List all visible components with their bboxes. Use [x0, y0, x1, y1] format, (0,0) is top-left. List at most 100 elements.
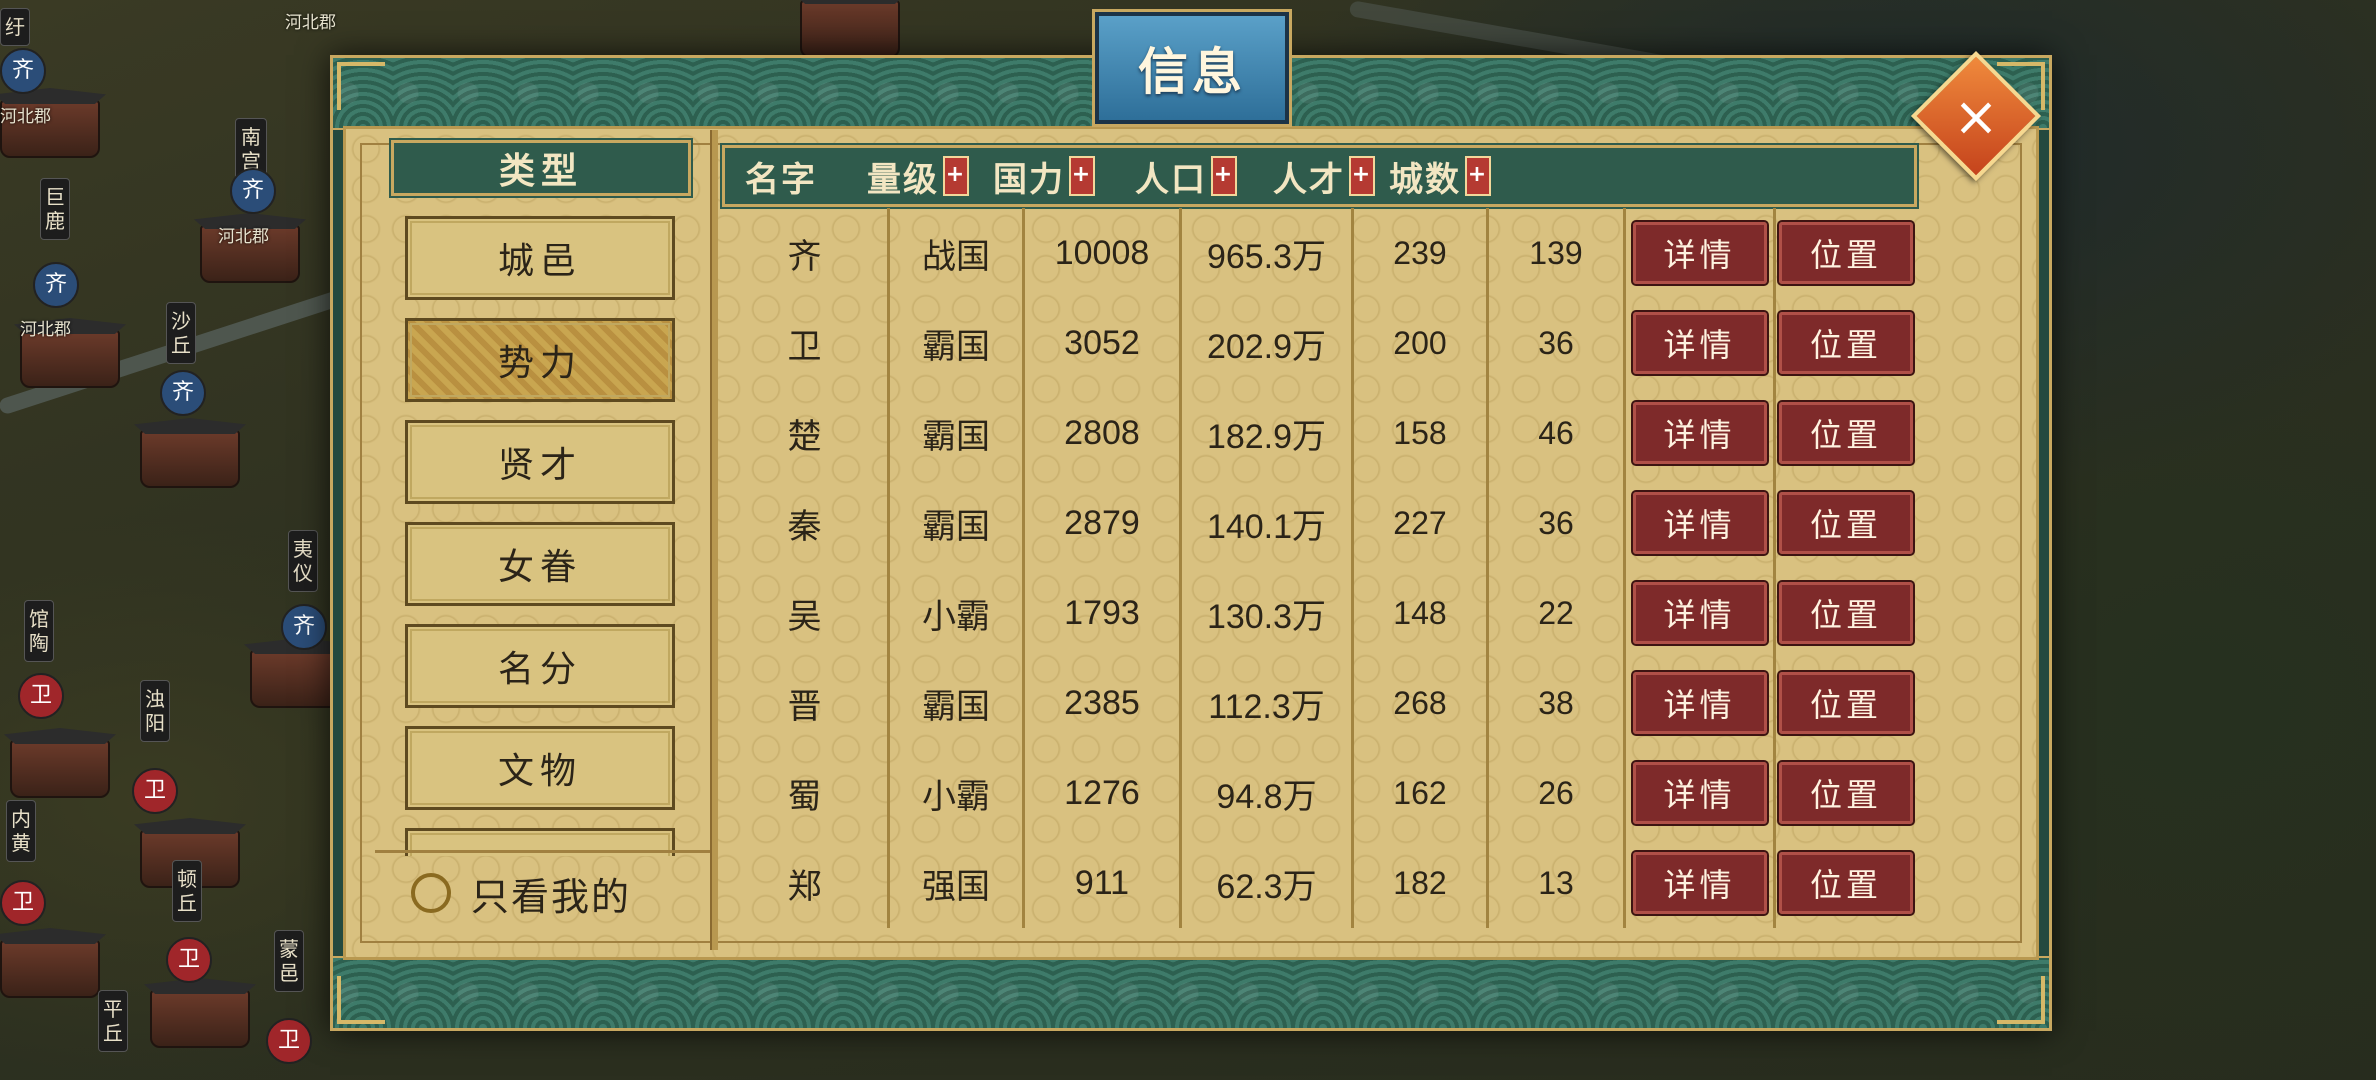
cell-power: 911 [1025, 838, 1182, 928]
table-header-bar: 名字 量级 + 国力 + 人口 + 人才 + 城数 + [720, 143, 1919, 209]
map-city-tag[interactable]: 馆陶 [24, 600, 54, 662]
cell-power: 2879 [1025, 478, 1182, 568]
cell-power: 1276 [1025, 748, 1182, 838]
sort-icon[interactable]: + [1211, 156, 1237, 196]
cell-rank: 霸国 [890, 388, 1025, 478]
cell-locate: 位置 [1776, 658, 1916, 748]
map-town[interactable] [800, 0, 900, 58]
map-city-tag[interactable]: 内黄 [6, 800, 36, 862]
col-population-label: 人口 [1135, 159, 1207, 200]
category-header: 类型 [389, 138, 693, 198]
map-town[interactable] [150, 990, 250, 1048]
category-cities[interactable]: 城邑 [405, 216, 675, 300]
map-region-label: 河北郡 [285, 13, 336, 32]
detail-button[interactable]: 详情 [1630, 850, 1769, 916]
detail-button[interactable]: 详情 [1630, 490, 1769, 556]
map-city-tag[interactable]: 夷仪 [288, 530, 318, 592]
cell-rank: 小霸 [890, 748, 1025, 838]
table-header: 名字 量级 + 国力 + 人口 + 人才 + 城数 + [720, 143, 1919, 209]
col-rank[interactable]: 量级 + [867, 152, 969, 201]
detail-button[interactable]: 详情 [1630, 580, 1769, 646]
col-talent-label: 人才 [1273, 159, 1345, 200]
cell-detail: 详情 [1626, 298, 1776, 388]
map-town[interactable] [0, 940, 100, 998]
cell-detail: 详情 [1626, 478, 1776, 568]
locate-button[interactable]: 位置 [1777, 850, 1915, 916]
faction-badge-wei: 卫 [0, 880, 46, 926]
map-city-tag[interactable]: 沙丘 [166, 302, 196, 364]
map-town[interactable] [10, 740, 110, 798]
map-city-tag[interactable]: 浊阳 [140, 680, 170, 742]
corner-ornament [337, 976, 385, 1024]
category-relics[interactable]: 文物 [405, 726, 675, 810]
locate-button[interactable]: 位置 [1777, 580, 1915, 646]
cell-population: 140.1万 [1182, 478, 1354, 568]
map-city-tag[interactable]: 顿丘 [172, 860, 202, 922]
locate-button[interactable]: 位置 [1777, 310, 1915, 376]
cell-rank: 强国 [890, 838, 1025, 928]
locate-button[interactable]: 位置 [1777, 760, 1915, 826]
cell-talent: 148 [1354, 568, 1489, 658]
category-factions[interactable]: 势力 [405, 318, 675, 402]
cell-name: 蜀 [722, 748, 890, 838]
category-talents[interactable]: 贤才 [405, 420, 675, 504]
col-power[interactable]: 国力 + [993, 152, 1095, 201]
col-population[interactable]: 人口 + [1135, 152, 1237, 201]
only-mine-radio[interactable] [411, 873, 451, 913]
cell-power: 2385 [1025, 658, 1182, 748]
cell-locate: 位置 [1776, 208, 1916, 298]
cell-cities: 26 [1489, 748, 1626, 838]
detail-button[interactable]: 详情 [1630, 760, 1769, 826]
locate-button[interactable]: 位置 [1777, 400, 1915, 466]
map-city-tag[interactable]: 巨鹿 [40, 178, 70, 240]
map-region-label: 河北郡 [218, 227, 269, 246]
table-row: 晋 霸国 2385 112.3万 268 38 详情 位置 [722, 658, 1917, 748]
cell-power: 2808 [1025, 388, 1182, 478]
map-city-tag[interactable]: 平丘 [98, 990, 128, 1052]
only-mine-toggle[interactable]: 只看我的 [375, 850, 715, 933]
cell-power: 1793 [1025, 568, 1182, 658]
map-city-tag[interactable]: 蒙邑 [274, 930, 304, 992]
cell-detail: 详情 [1626, 208, 1776, 298]
only-mine-label: 只看我的 [471, 874, 632, 919]
map-region-label: 河北郡 [20, 320, 71, 339]
sort-icon[interactable]: + [1465, 156, 1491, 196]
cell-population: 94.8万 [1182, 748, 1354, 838]
map-city-tag[interactable]: 纡 [0, 8, 30, 46]
cell-rank: 战国 [890, 208, 1025, 298]
cell-name: 楚 [722, 388, 890, 478]
sort-icon[interactable]: + [1349, 156, 1375, 196]
cell-cities: 139 [1489, 208, 1626, 298]
locate-button[interactable]: 位置 [1777, 490, 1915, 556]
cell-locate: 位置 [1776, 298, 1916, 388]
category-titles[interactable]: 名分 [405, 624, 675, 708]
cell-name: 晋 [722, 658, 890, 748]
cell-name: 吴 [722, 568, 890, 658]
dialog-title-text: 信息 [1138, 42, 1246, 101]
detail-button[interactable]: 详情 [1630, 670, 1769, 736]
cell-power: 3052 [1025, 298, 1182, 388]
cell-detail: 详情 [1626, 568, 1776, 658]
detail-button[interactable]: 详情 [1630, 310, 1769, 376]
cell-talent: 182 [1354, 838, 1489, 928]
faction-badge-wei: 卫 [18, 673, 64, 719]
col-cities[interactable]: 城数 + [1389, 152, 1491, 201]
faction-table[interactable]: 齐 战国 10008 965.3万 239 139 详情 位置 卫 霸国 305… [722, 208, 1917, 938]
locate-button[interactable]: 位置 [1777, 670, 1915, 736]
col-name-label: 名字 [745, 159, 817, 200]
col-talent[interactable]: 人才 + [1273, 152, 1375, 201]
detail-button[interactable]: 详情 [1630, 220, 1769, 286]
category-list[interactable]: 城邑 势力 贤才 女眷 名分 文物 [405, 216, 679, 856]
cell-rank: 小霸 [890, 568, 1025, 658]
detail-button[interactable]: 详情 [1630, 400, 1769, 466]
locate-button[interactable]: 位置 [1777, 220, 1915, 286]
category-consorts[interactable]: 女眷 [405, 522, 675, 606]
sort-icon[interactable]: + [943, 156, 969, 196]
table-row: 齐 战国 10008 965.3万 239 139 详情 位置 [722, 208, 1917, 298]
faction-badge-qi: 齐 [281, 604, 327, 650]
close-icon[interactable]: × [1934, 74, 2018, 158]
faction-badge-wei: 卫 [132, 768, 178, 814]
map-town[interactable] [140, 430, 240, 488]
cell-talent: 227 [1354, 478, 1489, 568]
sort-icon[interactable]: + [1069, 156, 1095, 196]
